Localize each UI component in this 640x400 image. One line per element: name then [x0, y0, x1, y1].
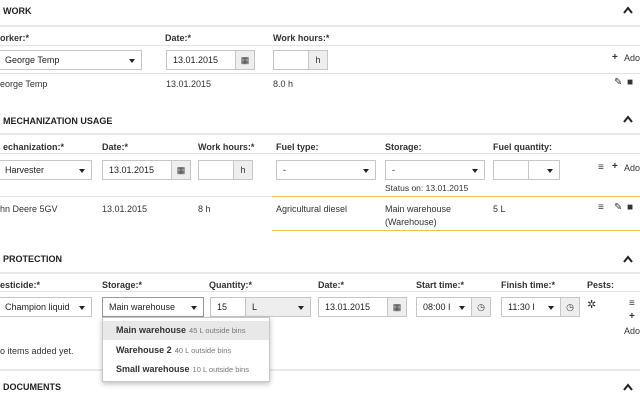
pest-bug-icon[interactable]: ✲: [587, 300, 596, 311]
mech-section-title: MECHANIZATION USAGE: [3, 116, 113, 126]
edit-pencil-icon[interactable]: ✎: [614, 203, 622, 213]
mech-row-hours: 8 h: [198, 204, 211, 214]
work-section-title: WORK: [3, 6, 32, 16]
storage-option[interactable]: Main warehouse 45 L outside bins: [103, 321, 269, 340]
worker-select[interactable]: George Temp: [0, 50, 142, 70]
mech-date-label: Date:*: [102, 142, 129, 152]
storage-option-info: 40 L outside bins: [174, 346, 232, 355]
fuel-type-label: Fuel type:: [276, 142, 319, 152]
plus-icon[interactable]: +: [612, 162, 618, 172]
calendar-icon: ▦: [392, 302, 402, 312]
calendar-icon: ▦: [240, 55, 250, 65]
mech-add-button[interactable]: Ado: [624, 163, 640, 173]
work-hours-label: Work hours:*: [273, 33, 330, 43]
finish-clock-button[interactable]: ◷: [560, 297, 580, 317]
prot-add-button[interactable]: Ado: [624, 326, 640, 336]
work-date-input[interactable]: 13.01.2015: [166, 50, 236, 70]
calendar-icon: ▦: [176, 165, 186, 175]
work-hours-input[interactable]: [273, 50, 309, 70]
mech-row-fuel: Agricultural diesel: [276, 204, 348, 214]
clock-icon: ◷: [477, 302, 485, 312]
mech-row-storage: Main warehouse: [385, 204, 452, 214]
plus-icon[interactable]: +: [612, 53, 618, 63]
storage-option-name: Main warehouse: [116, 325, 187, 335]
work-date-label: Date:*: [165, 33, 192, 43]
prot-unit-select[interactable]: L: [245, 297, 311, 317]
prot-calendar-button[interactable]: ▦: [387, 297, 407, 317]
storage-label: Storage:: [385, 142, 422, 152]
work-calendar-button[interactable]: ▦: [235, 50, 255, 70]
collapse-chevron-icon[interactable]: [623, 6, 633, 14]
prot-quantity-label: Quantity:*: [209, 280, 253, 290]
start-time-select[interactable]: 08:00 I: [416, 297, 472, 317]
list-icon[interactable]: ≡: [598, 203, 604, 213]
collapse-chevron-icon[interactable]: [623, 255, 633, 263]
fuel-type-select[interactable]: -: [276, 160, 376, 180]
storage-option-info: 10 L outside bins: [192, 365, 249, 374]
work-row-worker: eorge Temp: [0, 79, 48, 89]
documents-section-title: DOCUMENTS: [3, 382, 61, 392]
pesticide-select[interactable]: Champion liquid: [0, 297, 92, 317]
mech-date-input[interactable]: 13.01.2015: [102, 160, 172, 180]
edit-pencil-icon[interactable]: ✎: [614, 78, 622, 88]
mech-calendar-button[interactable]: ▦: [171, 160, 191, 180]
storage-dropdown-menu: Main warehouse 45 L outside bins Warehous…: [102, 317, 270, 382]
prot-date-input[interactable]: 13.01.2015: [318, 297, 388, 317]
storage-option[interactable]: Small warehouse 10 L outside bins: [103, 360, 269, 379]
list-icon[interactable]: ≡: [598, 163, 604, 173]
mech-row-date: 13.01.2015: [102, 204, 148, 214]
protection-section-title: PROTECTION: [3, 254, 63, 264]
delete-trash-icon[interactable]: ■: [627, 78, 633, 88]
work-hours-unit: h: [308, 50, 328, 70]
mech-hours-unit: h: [233, 160, 253, 180]
mech-row-name: hn Deere 5GV: [0, 204, 58, 214]
mech-row-storage-type: (Warehouse): [385, 217, 437, 227]
mechanization-select[interactable]: Harvester: [0, 160, 92, 180]
worker-label: orker:*: [0, 33, 30, 43]
fuel-quantity-input[interactable]: [493, 160, 529, 180]
collapse-chevron-icon[interactable]: [623, 383, 633, 391]
mechanization-label: echanization:*: [3, 142, 65, 152]
storage-option-info: 45 L outside bins: [189, 326, 246, 335]
clock-icon: ◷: [566, 302, 574, 312]
storage-select[interactable]: -: [385, 160, 485, 180]
plus-icon[interactable]: +: [629, 312, 635, 322]
work-add-button[interactable]: Ado: [624, 53, 640, 63]
mech-hours-label: Work hours:*: [198, 142, 255, 152]
storage-option-name: Warehouse 2: [116, 345, 172, 355]
storage-status: Status on: 13.01.2015: [385, 183, 469, 193]
start-time-label: Start time:*: [416, 280, 465, 290]
prot-quantity-input[interactable]: 15: [210, 297, 246, 317]
collapse-chevron-icon[interactable]: [623, 115, 633, 123]
pesticide-label: esticide:*: [0, 280, 41, 290]
storage-option[interactable]: Warehouse 2 40 L outside bins: [103, 341, 269, 360]
storage-option-name: Small warehouse: [116, 364, 190, 374]
finish-time-label: Finish time:*: [501, 280, 556, 290]
start-clock-button[interactable]: ◷: [471, 297, 491, 317]
work-row-date: 13.01.2015: [166, 79, 212, 89]
fuel-quantity-label: Fuel quantity:: [493, 142, 552, 152]
delete-trash-icon[interactable]: ■: [627, 203, 633, 213]
fuel-unit-select[interactable]: [528, 160, 560, 180]
protection-empty-message: o items added yet.: [0, 346, 74, 356]
prot-storage-label: Storage:*: [102, 280, 143, 290]
mech-row-qty: 5 L: [493, 204, 506, 214]
prot-date-label: Date:*: [318, 280, 345, 290]
pests-label: Pests:: [587, 280, 615, 290]
prot-storage-select[interactable]: Main warehouse: [102, 297, 204, 317]
finish-time-select[interactable]: 11:30 I: [501, 297, 561, 317]
work-row-hours: 8.0 h: [273, 79, 294, 89]
list-icon[interactable]: ≡: [629, 299, 635, 309]
mech-hours-input[interactable]: [198, 160, 234, 180]
